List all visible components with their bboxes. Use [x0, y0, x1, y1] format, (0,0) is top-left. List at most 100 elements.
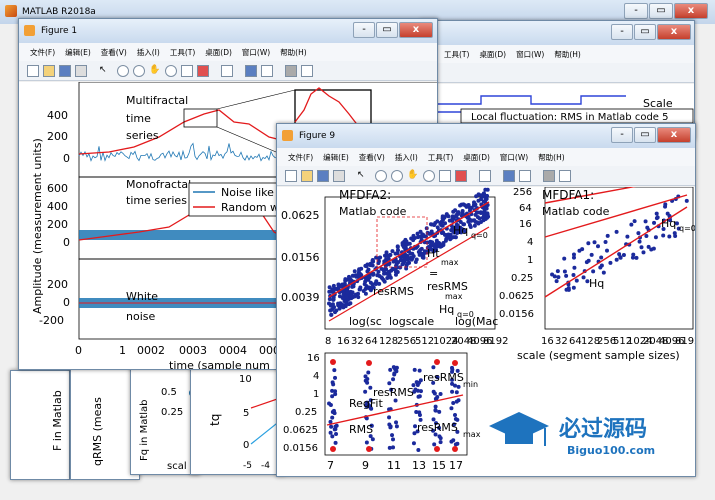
figure9-close-button[interactable]: x — [657, 127, 691, 143]
f9-right-point — [618, 255, 623, 260]
pan-icon[interactable]: ✋ — [149, 65, 161, 77]
colorbar-icon[interactable] — [245, 65, 257, 77]
f9-bottom-point — [391, 365, 396, 370]
zoom-out-icon[interactable] — [133, 65, 145, 77]
matlab-close-button[interactable]: x — [674, 3, 708, 19]
figure9-menu-window[interactable]: 窗口(W) — [495, 152, 533, 163]
figure9-menu-desktop[interactable]: 桌面(D) — [458, 152, 495, 163]
p3-title: White — [126, 290, 158, 303]
f9-bottom-point — [437, 409, 442, 414]
f9-left-point — [444, 212, 449, 217]
figure9-menu-view[interactable]: 查看(V) — [354, 152, 390, 163]
print-icon[interactable] — [75, 65, 87, 77]
figure1-minimize-button[interactable]: - — [353, 22, 375, 38]
figure9-menu-edit[interactable]: 编辑(E) — [318, 152, 354, 163]
legend-icon[interactable] — [261, 65, 273, 77]
figure1-menu-help[interactable]: 帮助(H) — [275, 47, 312, 58]
f9-bottom-xticks: 7 9 11 13 15 17 — [327, 459, 463, 472]
f9-right-xlabel: scale (segment sample sizes) — [517, 349, 680, 362]
brush-icon[interactable] — [197, 65, 209, 77]
f9-open-file-icon[interactable] — [301, 170, 313, 182]
f9-left-xtick-1: 8 — [325, 336, 331, 347]
f9-bottom-red-point — [434, 359, 440, 365]
rotate-icon[interactable] — [165, 65, 177, 77]
p1-zoom-connector-1 — [216, 89, 296, 110]
f9-bottom-red-point — [452, 446, 458, 452]
pointer-icon[interactable]: ↖ — [99, 65, 111, 77]
f9-bottom-xtick-6: 17 — [449, 459, 463, 472]
back-minimize-button[interactable]: - — [611, 24, 633, 40]
figure9-menu-file[interactable]: 文件(F) — [283, 152, 318, 163]
f9-right-point — [652, 220, 657, 225]
back-tq-x-1: -5 — [243, 461, 252, 471]
figure9-menu-tools[interactable]: 工具(T) — [423, 152, 458, 163]
f9-print-icon[interactable] — [333, 170, 345, 182]
f9-right-point — [614, 257, 619, 262]
f9-hide-tools-icon[interactable] — [543, 170, 555, 182]
back-menu-desktop[interactable]: 桌面(D) — [474, 49, 511, 60]
f9-bottom-point — [328, 430, 333, 435]
back-menu-help[interactable]: 帮助(H) — [549, 49, 586, 60]
f9-left-point — [438, 221, 443, 226]
hide-tools-icon[interactable] — [285, 65, 297, 77]
dock-icon[interactable] — [301, 65, 313, 77]
figure9-menu-help[interactable]: 帮助(H) — [533, 152, 570, 163]
back-menu-tools[interactable]: 工具(T) — [439, 49, 474, 60]
f9-right-point — [601, 270, 606, 275]
f9-dock-icon[interactable] — [559, 170, 571, 182]
f9-left-point — [441, 230, 446, 235]
f9-left-point — [411, 238, 416, 243]
f9-right-xtick-3: 64 — [569, 336, 582, 347]
figure9-menu-insert[interactable]: 插入(I) — [390, 152, 423, 163]
f9-rotate-icon[interactable] — [423, 170, 435, 182]
f9-right-ytick-3: 16 — [519, 219, 532, 230]
f9-zoom-in-icon[interactable] — [375, 170, 387, 182]
figure1-menu-view[interactable]: 查看(V) — [96, 47, 132, 58]
f9-data-cursor-icon[interactable] — [439, 170, 451, 182]
f9-link-icon[interactable] — [479, 170, 491, 182]
f9-left-point — [350, 294, 355, 299]
back-close-button[interactable]: x — [657, 24, 691, 40]
back-tq-tick-1: 10 — [239, 374, 252, 385]
f9-brush-icon[interactable] — [455, 170, 467, 182]
f9-left-logscale: logscale — [389, 315, 434, 328]
f9-right-ytick-7: 0.0625 — [499, 291, 534, 302]
f9-bottom-rms: RMS — [349, 423, 373, 436]
f9-left-logmac: log(Mac — [455, 315, 498, 328]
zoom-in-icon[interactable] — [117, 65, 129, 77]
new-figure-icon[interactable] — [27, 65, 39, 77]
f9-left-point — [405, 242, 410, 247]
back-fq-tick-2: 0.25 — [161, 407, 183, 418]
f9-pointer-icon[interactable]: ↖ — [357, 170, 369, 182]
figure1-menu-edit[interactable]: 编辑(E) — [60, 47, 96, 58]
save-icon[interactable] — [59, 65, 71, 77]
f9-new-figure-icon[interactable] — [285, 170, 297, 182]
f9-bottom-point — [370, 437, 375, 442]
figure1-menu-file[interactable]: 文件(F) — [25, 47, 60, 58]
figure1-menu-desktop[interactable]: 桌面(D) — [200, 47, 237, 58]
f9-right-point — [554, 279, 559, 284]
f9-bottom-point — [411, 441, 416, 446]
f9-save-icon[interactable] — [317, 170, 329, 182]
data-cursor-icon[interactable] — [181, 65, 193, 77]
f9-zoom-out-icon[interactable] — [391, 170, 403, 182]
figure1-menu-window[interactable]: 窗口(W) — [237, 47, 275, 58]
f9-colorbar-icon[interactable] — [503, 170, 515, 182]
back-maximize-button[interactable]: ▭ — [634, 24, 656, 40]
link-icon[interactable] — [221, 65, 233, 77]
figure1-menu-tools[interactable]: 工具(T) — [165, 47, 200, 58]
figure9-maximize-button[interactable]: ▭ — [634, 127, 656, 143]
figure1-maximize-button[interactable]: ▭ — [376, 22, 398, 38]
open-file-icon[interactable] — [43, 65, 55, 77]
figure1-close-button[interactable]: x — [399, 22, 433, 38]
matlab-maximize-button[interactable]: ▭ — [649, 3, 673, 19]
figure1-menu-insert[interactable]: 插入(I) — [132, 47, 165, 58]
p3-ytick-2: 0 — [63, 296, 70, 309]
matlab-minimize-button[interactable]: - — [624, 3, 648, 19]
f9-bottom-point — [438, 440, 443, 445]
f9-pan-icon[interactable]: ✋ — [407, 170, 419, 182]
back-menu-window[interactable]: 窗口(W) — [511, 49, 549, 60]
f9-legend-icon[interactable] — [519, 170, 531, 182]
f9-right-ytick-6: 0.25 — [511, 273, 533, 284]
figure9-minimize-button[interactable]: - — [611, 127, 633, 143]
